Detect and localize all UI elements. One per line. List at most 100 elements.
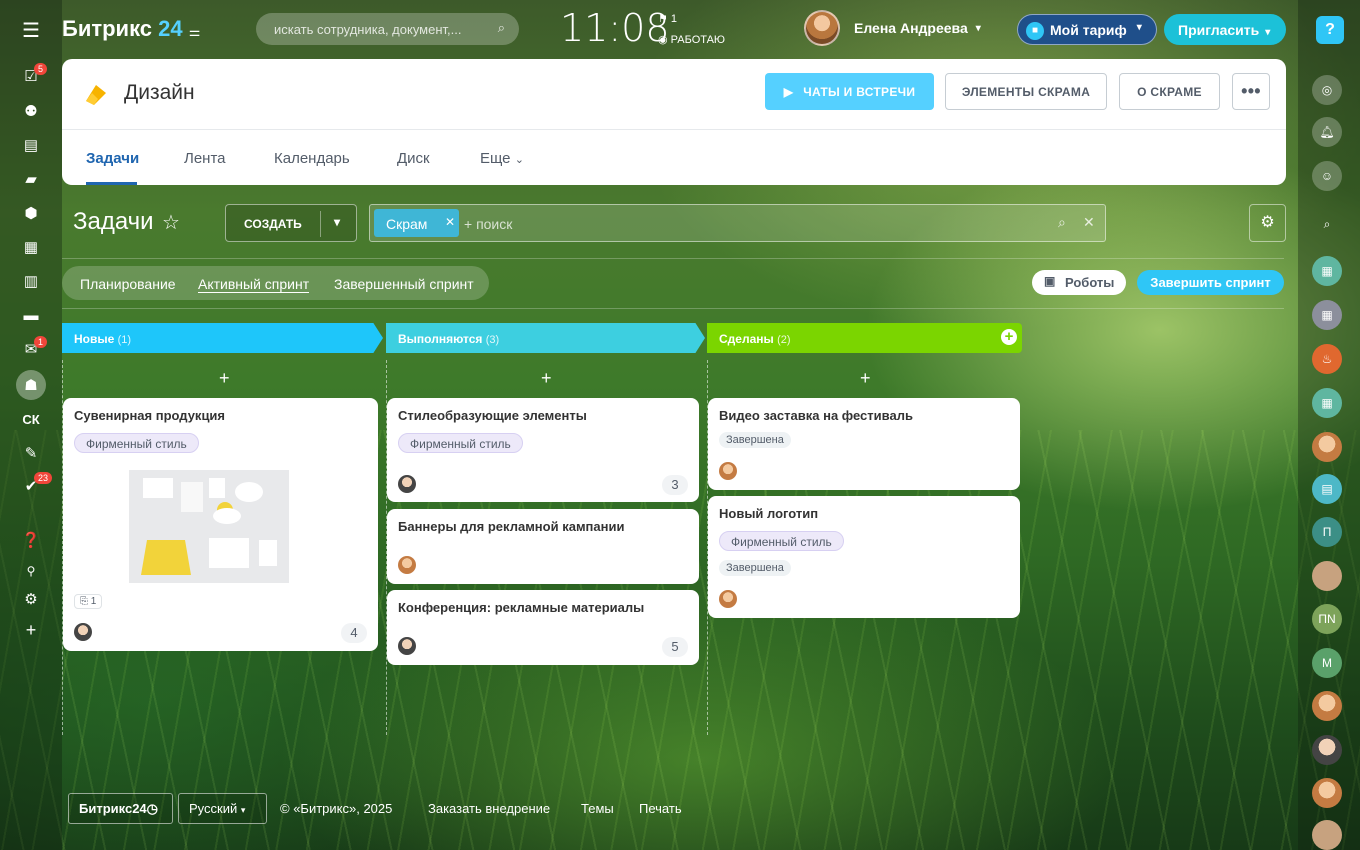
work-status[interactable]: ⚑ 1 ◉ РАБОТАЮ [658, 12, 725, 46]
close-icon[interactable]: ✕ [445, 215, 455, 229]
menu-icon[interactable]: ☰ [20, 19, 42, 42]
avatar[interactable] [719, 590, 737, 608]
crm-icon[interactable]: ⬢ [20, 202, 42, 224]
tariff-button[interactable]: ■ Мой тариф ▾ [1017, 14, 1157, 45]
task-title[interactable]: Видео заставка на фестиваль [719, 408, 913, 423]
footer-link-themes[interactable]: Темы [581, 801, 614, 816]
language-select[interactable]: Русский ▾ [178, 793, 267, 824]
column-header-in-progress[interactable]: Выполняются (3) [386, 323, 705, 353]
help-button[interactable]: ? [1316, 16, 1344, 44]
task-card[interactable]: Сувенирная продукция Фирменный стиль ⎘ 1… [63, 398, 378, 651]
invite-button[interactable]: Пригласить ▾ [1164, 14, 1286, 45]
chevron-down-icon[interactable]: ▾ [334, 215, 340, 229]
tag[interactable]: Фирменный стиль [719, 531, 844, 551]
drive-icon[interactable]: ▬ [20, 304, 42, 326]
documents-icon[interactable]: ▥ [20, 270, 42, 292]
task-title[interactable]: Баннеры для рекламной кампании [398, 519, 624, 534]
tab-completed-sprint[interactable]: Завершенный спринт [334, 276, 474, 292]
robots-button[interactable]: ▣ Роботы [1032, 270, 1126, 295]
close-icon[interactable]: ✕ [1083, 214, 1095, 231]
calendar-chat-icon[interactable]: ▦ [1312, 256, 1342, 286]
chat-icon[interactable]: ▰ [20, 168, 42, 190]
tab-calendar[interactable]: Календарь [274, 150, 350, 167]
task-image[interactable] [129, 470, 289, 583]
tab-planning[interactable]: Планирование [80, 276, 176, 292]
task-card[interactable]: Стилеобразующие элементы Фирменный стиль… [387, 398, 699, 502]
avatar[interactable] [398, 637, 416, 655]
tag[interactable]: Фирменный стиль [74, 433, 199, 453]
footer-link-print[interactable]: Печать [639, 801, 682, 816]
task-title[interactable]: Стилеобразующие элементы [398, 408, 587, 423]
user-menu[interactable]: Елена Андреева ▾ [804, 10, 981, 46]
avatar[interactable] [719, 462, 737, 480]
contact-initials[interactable]: М [1312, 648, 1342, 678]
help-icon[interactable]: ❓ [20, 529, 42, 551]
gear-icon[interactable]: ⚙ [1249, 204, 1286, 242]
chat-group-icon[interactable]: ▤ [1312, 474, 1342, 504]
contact-avatar[interactable] [1312, 820, 1342, 850]
add-icon[interactable]: + [20, 619, 42, 641]
task-title[interactable]: Сувенирная продукция [74, 408, 225, 423]
app-logo[interactable]: Битрикс 24 ⚌ [62, 16, 200, 42]
copilot-icon[interactable]: ◎ [1312, 75, 1342, 105]
contact-avatar[interactable] [1312, 735, 1342, 765]
fire-icon[interactable]: ♨ [1312, 344, 1342, 374]
task-title[interactable]: Новый логотип [719, 506, 818, 521]
attachment-count[interactable]: ⎘ 1 [74, 594, 103, 609]
add-task-button[interactable]: + [219, 368, 230, 389]
more-button[interactable]: ••• [1232, 73, 1270, 110]
tab-tasks[interactable]: Задачи [86, 150, 139, 167]
tab-feed[interactable]: Лента [184, 150, 226, 167]
star-icon[interactable]: ☆ [162, 210, 180, 235]
contact-avatar[interactable] [1312, 778, 1342, 808]
messenger-icon[interactable]: ☺ [1312, 161, 1342, 191]
tab-active-sprint[interactable]: Активный спринт [198, 276, 310, 293]
tab-drive[interactable]: Диск [397, 150, 430, 167]
contact-avatar[interactable] [1312, 432, 1342, 462]
filter-chip[interactable]: Скрам ✕ [374, 209, 459, 237]
search-input[interactable]: + поиск [464, 216, 512, 232]
add-column-icon[interactable]: + [1001, 329, 1017, 345]
structure-icon[interactable]: ⚲ [20, 560, 42, 582]
calendar-icon[interactable]: ▦ [20, 236, 42, 258]
add-task-button[interactable]: + [541, 368, 552, 389]
clock[interactable]: 11:08 [560, 6, 670, 50]
search-icon[interactable]: ⌕ [1058, 214, 1066, 231]
avatar[interactable] [398, 556, 416, 574]
settings-icon[interactable]: ⚙ [20, 588, 42, 610]
groups-icon[interactable]: ⚉ [20, 100, 42, 122]
contact-avatar[interactable] [1312, 561, 1342, 591]
calendar-chat-icon-2[interactable]: ▦ [1312, 300, 1342, 330]
task-card[interactable]: Видео заставка на фестиваль Завершена [708, 398, 1020, 490]
calendar-chat-icon-3[interactable]: ▦ [1312, 388, 1342, 418]
workgroups-icon[interactable]: ☗ [16, 370, 46, 400]
task-card[interactable]: Конференция: рекламные материалы 5 [387, 590, 699, 665]
footer-logo[interactable]: Битрикс24◷ [68, 793, 173, 824]
contact-initials[interactable]: П [1312, 517, 1342, 547]
sign-icon[interactable]: ✎ [20, 442, 42, 464]
add-task-button[interactable]: + [860, 368, 871, 389]
footer-link-implementation[interactable]: Заказать внедрение [428, 801, 550, 816]
sidebar-initials[interactable]: СК [20, 408, 42, 430]
tab-more[interactable]: Еще ⌄ [480, 150, 524, 167]
finish-sprint-button[interactable]: Завершить спринт [1137, 270, 1284, 295]
feed-icon[interactable]: ▤ [20, 134, 42, 156]
search-icon[interactable]: ⌕ [1312, 209, 1342, 239]
chats-meetings-button[interactable]: ▶ ЧАТЫ И ВСТРЕЧИ [765, 73, 934, 110]
column-header-done[interactable]: Сделаны (2) + [707, 323, 1022, 353]
search-input[interactable]: искать сотрудника, документ,... ⌕ [256, 13, 519, 45]
task-card[interactable]: Новый логотип Фирменный стиль Завершена [708, 496, 1020, 618]
column-header-new[interactable]: Новые (1) [62, 323, 383, 353]
contact-avatar[interactable] [1312, 691, 1342, 721]
contact-initials[interactable]: ПN [1312, 604, 1342, 634]
task-card[interactable]: Баннеры для рекламной кампании [387, 509, 699, 584]
tag[interactable]: Фирменный стиль [398, 433, 523, 453]
about-scrum-button[interactable]: О СКРАМЕ [1119, 73, 1220, 110]
filter-search[interactable]: Скрам ✕ + поиск ⌕ ✕ [369, 204, 1106, 242]
avatar[interactable] [74, 623, 92, 641]
scrum-elements-button[interactable]: ЭЛЕМЕНТЫ СКРАМА [945, 73, 1107, 110]
avatar[interactable] [398, 475, 416, 493]
create-button[interactable]: СОЗДАТЬ ▾ [225, 204, 357, 242]
bell-icon[interactable]: 🔔︎ [1312, 117, 1342, 147]
task-title[interactable]: Конференция: рекламные материалы [398, 600, 644, 615]
